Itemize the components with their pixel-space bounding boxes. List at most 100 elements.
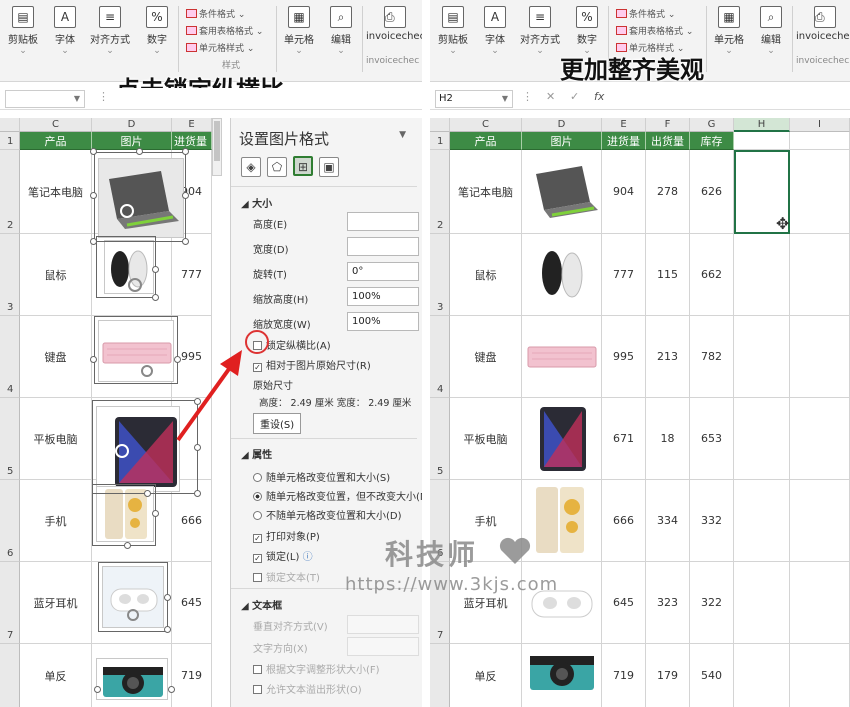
size-section[interactable]: ◢ 大小 xyxy=(241,195,272,210)
col-header-e[interactable]: E xyxy=(602,118,646,132)
cell-stock[interactable]: 662 xyxy=(690,234,734,316)
cell-product[interactable]: 蓝牙耳机 xyxy=(20,562,92,644)
font-group[interactable]: A 字体 ⌄ xyxy=(480,6,510,56)
width-input[interactable] xyxy=(347,237,419,256)
cell-empty[interactable] xyxy=(734,562,790,644)
header-image[interactable]: 图片 xyxy=(522,132,602,150)
resize-handle[interactable] xyxy=(168,686,175,693)
camera-image[interactable] xyxy=(96,658,168,700)
prop-radio-2[interactable]: 随单元格改变位置，但不改变大小(M) xyxy=(253,488,422,503)
cell-product[interactable]: 笔记本电脑 xyxy=(450,150,522,234)
row-header[interactable]: 2 xyxy=(430,150,450,234)
size-properties-icon[interactable]: ⊞ xyxy=(293,156,313,176)
relative-original-checkbox[interactable]: ✓ 相对于图片原始尺寸(R) xyxy=(253,357,371,372)
cell-empty[interactable] xyxy=(734,480,790,562)
cell-product[interactable]: 手机 xyxy=(20,480,92,562)
cell-purchase[interactable]: 645 xyxy=(602,562,646,644)
cell-product[interactable]: 平板电脑 xyxy=(450,398,522,480)
row-header[interactable]: 1 xyxy=(0,132,20,150)
cell-empty[interactable] xyxy=(790,480,850,562)
cell-product[interactable]: 单反 xyxy=(450,644,522,707)
addin-group[interactable]: ⎙ invoicechec invoicechec xyxy=(796,6,850,66)
alignment-group[interactable]: ≡ 对齐方式 ⌄ xyxy=(518,6,562,56)
col-header-c[interactable]: C xyxy=(450,118,522,132)
cell-stock[interactable]: 332 xyxy=(690,480,734,562)
cell-purchase[interactable]: 904 xyxy=(602,150,646,234)
table-format-button[interactable]: 套用表格格式 ⌄ xyxy=(186,24,263,37)
resize-handle[interactable] xyxy=(194,490,201,497)
row-header[interactable] xyxy=(430,644,450,707)
row-header[interactable]: 4 xyxy=(430,316,450,398)
chevron-down-icon[interactable]: ▼ xyxy=(399,130,406,140)
cell-shipment[interactable]: 323 xyxy=(646,562,690,644)
cell-purchase[interactable]: 995 xyxy=(602,316,646,398)
height-input[interactable] xyxy=(347,212,419,231)
alignment-group[interactable]: ≡ 对齐方式 ⌄ xyxy=(88,6,132,56)
col-header-i[interactable]: I xyxy=(790,118,850,132)
col-header-f[interactable]: F xyxy=(646,118,690,132)
col-header-d[interactable]: D xyxy=(92,118,172,132)
addin-group[interactable]: ⎙ invoicechec invoicechec xyxy=(366,6,422,66)
cell-empty[interactable] xyxy=(790,234,850,316)
resize-handle[interactable] xyxy=(90,148,97,155)
row-header[interactable] xyxy=(0,644,20,707)
row-header[interactable]: 7 xyxy=(0,562,20,644)
cell-purchase[interactable]: 777 xyxy=(602,234,646,316)
function-icon[interactable]: fx xyxy=(594,90,604,103)
header-purchase[interactable]: 进货量 xyxy=(602,132,646,150)
cell-product[interactable]: 单反 xyxy=(20,644,92,707)
cell-purchase[interactable]: 645 xyxy=(172,562,212,644)
cell-style-button[interactable]: 单元格样式 ⌄ xyxy=(186,41,254,54)
row-header[interactable]: 6 xyxy=(0,480,20,562)
col-header-d[interactable]: D xyxy=(522,118,602,132)
cell-purchase[interactable]: 666 xyxy=(602,480,646,562)
locked-checkbox[interactable]: ✓ 锁定(L) ⓘ xyxy=(253,548,313,563)
name-box[interactable]: ▼ xyxy=(5,90,85,108)
reset-button[interactable]: 重设(S) xyxy=(253,413,302,434)
cell-shipment[interactable]: 334 xyxy=(646,480,690,562)
print-object-checkbox[interactable]: ✓ 打印对象(P) xyxy=(253,528,320,543)
header-image[interactable]: 图片 xyxy=(92,132,172,150)
clipboard-group[interactable]: ▤ 剪贴板 ⌄ xyxy=(438,6,468,56)
cell-purchase[interactable]: 777 xyxy=(172,234,212,316)
cell-purchase[interactable]: 719 xyxy=(172,644,212,707)
cell-stock[interactable]: 782 xyxy=(690,316,734,398)
cell-shipment[interactable]: 278 xyxy=(646,150,690,234)
clipboard-group[interactable]: ▤ 剪贴板 ⌄ xyxy=(8,6,38,56)
editing-group[interactable]: ⌕ 编辑 ⌄ xyxy=(756,6,786,56)
row-header[interactable]: 3 xyxy=(430,234,450,316)
resize-handle[interactable] xyxy=(152,294,159,301)
cell-stock[interactable]: 540 xyxy=(690,644,734,707)
vertical-scrollbar[interactable] xyxy=(212,118,222,176)
cell-purchase[interactable]: 671 xyxy=(602,398,646,480)
resize-handle[interactable] xyxy=(94,686,101,693)
cell-image[interactable] xyxy=(522,234,602,316)
cell-product[interactable]: 键盘 xyxy=(450,316,522,398)
cell-product[interactable]: 平板电脑 xyxy=(20,398,92,480)
header-stock[interactable]: 库存 xyxy=(690,132,734,150)
conditional-format-button[interactable]: 条件格式 ⌄ xyxy=(616,7,675,20)
col-header-c[interactable]: C xyxy=(20,118,92,132)
cells-group[interactable]: ▦ 单元格 ⌄ xyxy=(712,6,746,56)
resize-handle[interactable] xyxy=(124,542,131,549)
fill-line-icon[interactable]: ◈ xyxy=(241,157,261,177)
cell-shipment[interactable]: 18 xyxy=(646,398,690,480)
prop-radio-3[interactable]: 不随单元格改变位置和大小(D) xyxy=(253,507,402,522)
col-header-h[interactable]: H xyxy=(734,118,790,132)
cell-product[interactable]: 鼠标 xyxy=(450,234,522,316)
col-header-g[interactable]: G xyxy=(690,118,734,132)
cell-empty[interactable] xyxy=(790,132,850,150)
header-product[interactable]: 产品 xyxy=(450,132,522,150)
resize-handle[interactable] xyxy=(136,148,143,155)
scale-width-input[interactable]: 100% xyxy=(347,312,419,331)
resize-handle[interactable] xyxy=(90,192,97,199)
cell-image[interactable] xyxy=(522,316,602,398)
picture-icon[interactable]: ▣ xyxy=(319,157,339,177)
cell-empty[interactable] xyxy=(734,316,790,398)
cell-empty[interactable] xyxy=(734,398,790,480)
textbox-section[interactable]: ◢ 文本框 xyxy=(241,597,282,612)
row-header[interactable]: 1 xyxy=(430,132,450,150)
conditional-format-button[interactable]: 条件格式 ⌄ xyxy=(186,7,245,20)
resize-handle[interactable] xyxy=(152,266,159,273)
resize-handle[interactable] xyxy=(182,148,189,155)
